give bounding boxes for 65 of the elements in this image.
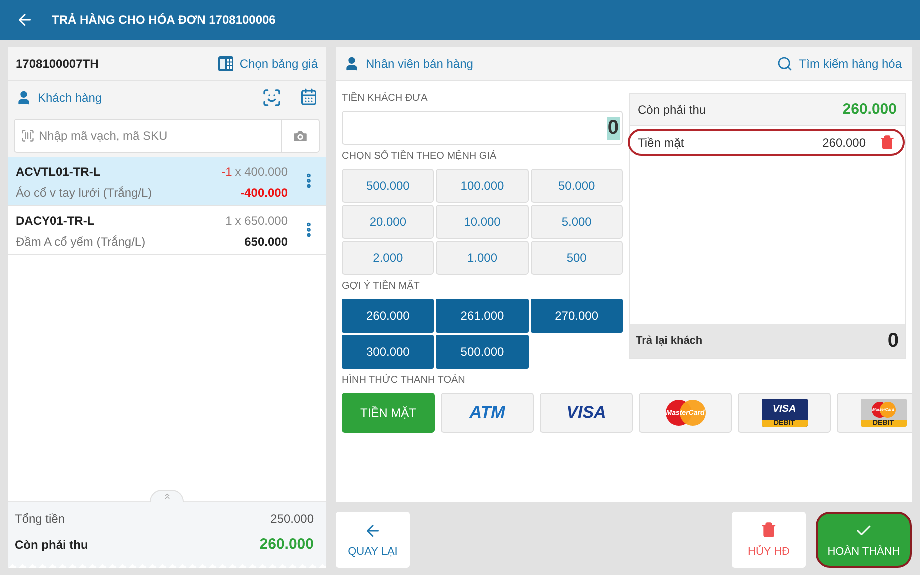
delete-icon[interactable] bbox=[880, 135, 895, 150]
item-quantity: 1 bbox=[226, 214, 232, 228]
back-button[interactable]: QUAY LẠI bbox=[336, 512, 410, 568]
item-quantity: -1 bbox=[222, 164, 232, 178]
item-unit-price: x 650.000 bbox=[235, 214, 288, 228]
item-code: DACY01-TR-L bbox=[16, 214, 95, 228]
item-code: ACVTL01-TR-L bbox=[16, 164, 101, 178]
price-list-icon bbox=[218, 56, 234, 72]
item-name: Áo cổ v tay lưới (Trắng/L) bbox=[16, 186, 152, 200]
barcode-icon bbox=[21, 129, 35, 143]
price-list-button[interactable]: Chọn bảng giá bbox=[218, 56, 318, 72]
cash-suggestion-button[interactable]: 260.000 bbox=[342, 299, 434, 333]
payment-amount: 260.000 bbox=[822, 136, 866, 150]
calendar-icon[interactable] bbox=[300, 88, 318, 108]
section-label: GỢI Ý TIỀN MẶT bbox=[342, 279, 421, 294]
payment-method: Tiền mặt bbox=[638, 136, 686, 150]
denomination-button[interactable]: 50.000 bbox=[530, 169, 623, 203]
cash-suggestion-button[interactable]: 270.000 bbox=[530, 299, 623, 333]
denomination-button[interactable]: 500 bbox=[530, 241, 623, 275]
due-value: 260.000 bbox=[842, 101, 897, 118]
person-icon bbox=[16, 90, 32, 106]
payment-method-button[interactable]: ATM bbox=[441, 393, 534, 433]
item-name: Đầm A cổ yếm (Trắng/L) bbox=[16, 234, 146, 248]
product-search-button[interactable]: Tìm kiếm hàng hóa bbox=[777, 56, 902, 72]
item-unit-price: x 400.000 bbox=[235, 164, 288, 178]
order-code: 1708100007TH bbox=[16, 56, 99, 70]
section-label: TIỀN KHÁCH ĐƯA bbox=[342, 91, 429, 106]
cash-suggestion-button[interactable]: 300.000 bbox=[342, 335, 434, 369]
total-value: 260.000 bbox=[260, 536, 314, 553]
total-value: 250.000 bbox=[270, 512, 314, 526]
search-icon bbox=[777, 56, 794, 72]
denomination-button[interactable]: 100.000 bbox=[436, 169, 529, 203]
cash-suggestion-button[interactable]: 500.000 bbox=[436, 335, 529, 369]
cancel-invoice-button[interactable]: HỦY HĐ bbox=[732, 512, 806, 568]
denomination-button[interactable]: 500.000 bbox=[342, 169, 434, 203]
total-label: Còn phải thu bbox=[15, 538, 88, 552]
trash-icon bbox=[761, 522, 777, 538]
denomination-button[interactable]: 1.000 bbox=[436, 241, 529, 275]
denomination-button[interactable]: 2.000 bbox=[342, 241, 434, 275]
customer-button[interactable]: Khách hàng bbox=[16, 90, 102, 106]
due-label: Còn phải thu bbox=[638, 102, 706, 116]
visa-logo: VISA bbox=[566, 403, 606, 423]
item-total: -400.000 bbox=[240, 186, 288, 200]
cash-given-field[interactable]: 0 bbox=[342, 111, 623, 145]
denomination-button[interactable]: 5.000 bbox=[530, 205, 623, 239]
section-label: CHỌN SỐ TIỀN THEO MỆNH GIÁ bbox=[342, 149, 498, 164]
payment-method-button[interactable]: VISA bbox=[540, 393, 633, 433]
denomination-button[interactable]: 10.000 bbox=[436, 205, 529, 239]
change-label: Trả lại khách bbox=[636, 335, 703, 347]
change-value: 0 bbox=[888, 330, 899, 352]
barcode-search-field[interactable]: Nhập mã vạch, mã SKU bbox=[14, 119, 320, 153]
cash-suggestion-button[interactable]: 261.000 bbox=[436, 299, 529, 333]
person-icon bbox=[344, 56, 360, 72]
atm-logo: ATM bbox=[470, 403, 506, 423]
double-chevron-up-icon bbox=[162, 492, 172, 501]
section-label: HÌNH THỨC THANH TOÁN bbox=[342, 373, 466, 388]
cart-item[interactable]: ACVTL01-TR-L -1 x 400.000 Áo cổ v tay lưới (Trắng/L) -400.000 bbox=[8, 157, 326, 206]
staff-button[interactable]: Nhân viên bán hàng bbox=[344, 56, 474, 72]
payment-method-button[interactable]: TIỀN MẶT bbox=[342, 393, 435, 433]
item-total: 650.000 bbox=[244, 234, 288, 248]
back-icon[interactable] bbox=[16, 11, 34, 29]
denomination-button[interactable]: 20.000 bbox=[342, 205, 434, 239]
total-label: Tổng tiền bbox=[15, 512, 66, 526]
page-title: TRẢ HÀNG CHO HÓA ĐƠN 1708100006 bbox=[52, 13, 276, 27]
complete-button[interactable]: HOÀN THÀNH bbox=[816, 512, 912, 568]
